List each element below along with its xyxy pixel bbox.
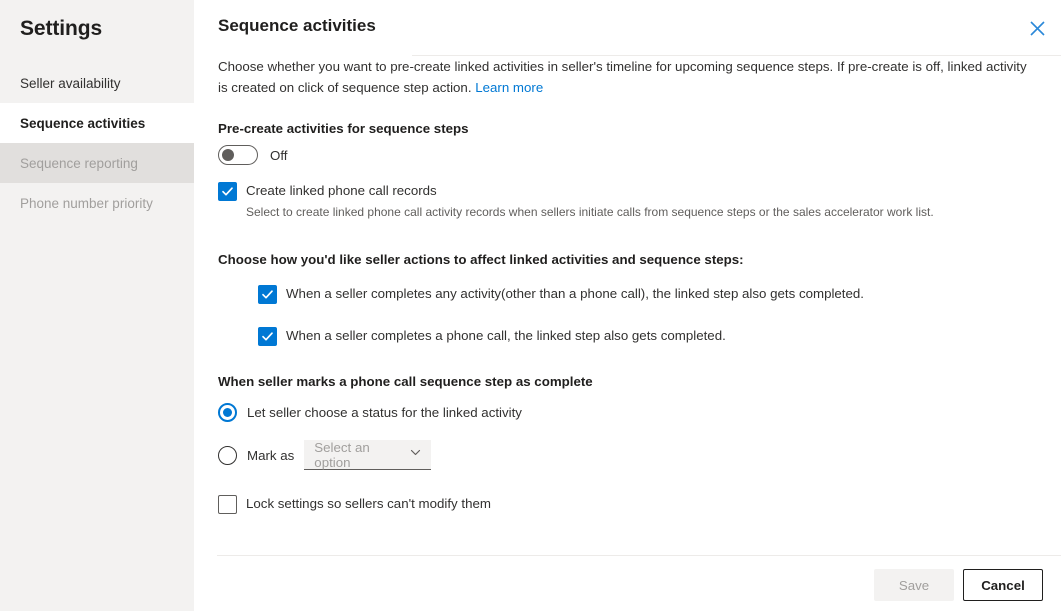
mark-complete-radio-1-row: Let seller choose a status for the linke… xyxy=(218,403,1037,422)
chevron-down-icon xyxy=(409,446,422,464)
mark-complete-radio-2-row: Mark as Select an option xyxy=(218,440,1037,470)
linked-phone-call-sublabel: Select to create linked phone call activ… xyxy=(246,203,934,221)
linked-phone-call-text: Create linked phone call records Select … xyxy=(246,181,934,221)
mark-complete-heading: When seller marks a phone call sequence … xyxy=(218,374,1037,389)
mark-as-label: Mark as xyxy=(247,448,294,463)
let-seller-choose-radio[interactable] xyxy=(218,403,237,422)
toggle-knob xyxy=(222,149,234,161)
header-divider xyxy=(412,55,1061,56)
settings-dialog: Settings Seller availability Sequence ac… xyxy=(0,0,1061,611)
sidebar-item-label: Sequence reporting xyxy=(20,156,138,171)
footer-divider xyxy=(217,555,1061,556)
seller-action-option-1-checkbox[interactable] xyxy=(258,285,277,304)
sidebar-item-label: Phone number priority xyxy=(20,196,153,211)
save-button[interactable]: Save xyxy=(874,569,954,601)
cancel-button[interactable]: Cancel xyxy=(963,569,1043,601)
sidebar-item-phone-number-priority[interactable]: Phone number priority xyxy=(0,183,194,223)
seller-action-option-2-text: When a seller completes a phone call, th… xyxy=(286,326,726,345)
panel-body: Choose whether you want to pre-create li… xyxy=(194,56,1061,514)
sidebar-nav-list: Seller availability Sequence activities … xyxy=(0,63,194,223)
sidebar-item-sequence-activities[interactable]: Sequence activities xyxy=(0,103,194,143)
sidebar-item-sequence-reporting[interactable]: Sequence reporting xyxy=(0,143,194,183)
panel-header: Sequence activities xyxy=(194,0,1061,38)
precreate-toggle[interactable] xyxy=(218,145,258,165)
panel-description: Choose whether you want to pre-create li… xyxy=(218,56,1028,98)
footer-buttons: Save Cancel xyxy=(874,569,1043,601)
mark-as-status-dropdown-value: Select an option xyxy=(314,440,409,470)
lock-settings-checkbox[interactable] xyxy=(218,495,237,514)
seller-actions-heading: Choose how you'd like seller actions to … xyxy=(218,252,1037,267)
linked-phone-call-checkbox[interactable] xyxy=(218,182,237,201)
panel-description-text: Choose whether you want to pre-create li… xyxy=(218,59,1027,95)
settings-sidebar: Settings Seller availability Sequence ac… xyxy=(0,0,194,611)
let-seller-choose-label: Let seller choose a status for the linke… xyxy=(247,405,522,420)
sidebar-item-seller-availability[interactable]: Seller availability xyxy=(0,63,194,103)
precreate-toggle-row: Off xyxy=(218,145,1037,165)
lock-settings-label: Lock settings so sellers can't modify th… xyxy=(246,494,491,513)
seller-action-option-1-text: When a seller completes any activity(oth… xyxy=(286,284,864,303)
linked-phone-call-row: Create linked phone call records Select … xyxy=(218,181,1037,221)
mark-as-status-dropdown[interactable]: Select an option xyxy=(304,440,431,470)
precreate-label: Pre-create activities for sequence steps xyxy=(218,121,1037,136)
sidebar-item-label: Seller availability xyxy=(20,76,121,91)
seller-action-option-2-checkbox[interactable] xyxy=(258,327,277,346)
sidebar-title: Settings xyxy=(0,0,194,41)
page-title: Sequence activities xyxy=(218,14,1037,38)
lock-settings-row: Lock settings so sellers can't modify th… xyxy=(218,494,1037,514)
learn-more-link[interactable]: Learn more xyxy=(475,80,543,95)
precreate-toggle-state: Off xyxy=(270,148,288,163)
panel-footer: Save Cancel xyxy=(194,555,1061,611)
mark-as-radio[interactable] xyxy=(218,446,237,465)
seller-action-option-2-row: When a seller completes a phone call, th… xyxy=(258,326,1037,346)
lock-settings-text: Lock settings so sellers can't modify th… xyxy=(246,494,491,513)
settings-panel: Sequence activities Choose whether you w… xyxy=(194,0,1061,611)
seller-action-option-2-label: When a seller completes a phone call, th… xyxy=(286,326,726,345)
sidebar-item-label: Sequence activities xyxy=(20,116,145,131)
close-icon xyxy=(1030,21,1045,36)
seller-action-option-1-label: When a seller completes any activity(oth… xyxy=(286,284,864,303)
linked-phone-call-label: Create linked phone call records xyxy=(246,181,934,200)
close-button[interactable] xyxy=(1021,12,1053,44)
seller-action-option-1-row: When a seller completes any activity(oth… xyxy=(258,284,1037,304)
